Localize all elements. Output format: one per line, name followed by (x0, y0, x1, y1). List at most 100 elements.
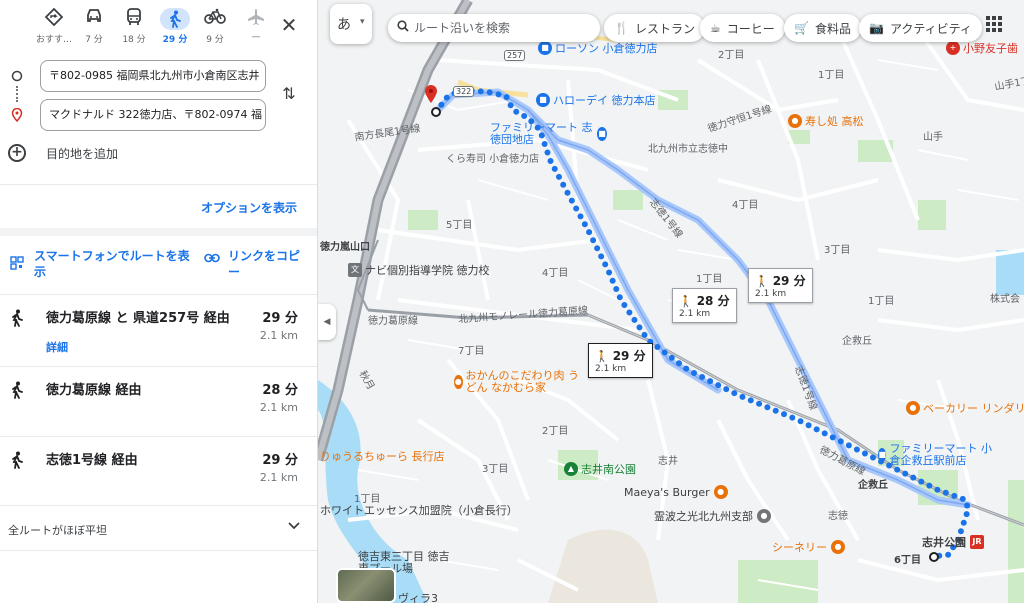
cart-icon: 🛒 (794, 21, 809, 35)
place-icon: ● (757, 509, 771, 523)
poi-name: ハローデイ 徳力本店 (553, 94, 656, 107)
apps-grid-button[interactable] (982, 12, 1006, 36)
route-option-3[interactable]: 志徳1号線 経由 29 分 2.1 km (0, 436, 317, 505)
input-method-toggle[interactable]: あ ▾ (330, 4, 372, 44)
add-destination-button[interactable]: + 目的地を追加 (8, 144, 118, 162)
store-icon: ■ (597, 127, 607, 141)
send-to-phone-label: スマートフォンでルートを表示 (34, 249, 190, 279)
walk-icon (160, 8, 190, 30)
mode-flight-label: — (251, 32, 261, 42)
area-label: 6丁目 (894, 555, 921, 566)
route-time: 29 分 (262, 453, 298, 468)
mode-transit-label: 18 分 (122, 35, 146, 45)
add-circle-icon: + (8, 144, 26, 162)
search-along-route[interactable] (388, 14, 600, 42)
route-option-1[interactable]: 徳力葛原線 と 県道257号 経由 29 分 2.1 km 詳細 (0, 294, 317, 366)
options-link[interactable]: オプションを表示 (201, 199, 297, 216)
poi-name: ナビ個別指導学院 徳力校 (365, 264, 490, 277)
time-box-time: 29 分 (772, 274, 806, 288)
mode-walk[interactable]: 29 分 (155, 8, 195, 45)
mode-transit[interactable]: 18 分 (114, 8, 154, 45)
bicycle-icon (195, 8, 235, 30)
fork-knife-icon: ● (454, 375, 463, 389)
map-canvas[interactable]: あ ▾ 🍴 レストラン ☕ コーヒー 🛒 食料品 📷 アクティビティ ◀ 322… (318, 0, 1024, 603)
mode-flight[interactable]: — (236, 8, 276, 42)
search-along-route-input[interactable] (414, 18, 594, 38)
poi-lawson[interactable]: ■ ローソン 小倉徳力店 (538, 40, 658, 56)
close-directions-button[interactable]: ✕ (276, 12, 302, 38)
poi-name: 寿し処 高松 (805, 115, 864, 128)
poi-navi-school[interactable]: 文ナビ個別指導学院 徳力校 (348, 262, 490, 278)
poi-maeyas-burger[interactable]: Maeya's Burger ● (624, 485, 731, 499)
chip-restaurant[interactable]: 🍴 レストラン (604, 14, 705, 42)
chevron-down-icon (288, 518, 300, 534)
travel-mode-bar: おすす… 7 分 18 分 29 分 9 分 — ✕ (0, 0, 317, 56)
poi-name: おかんのこだわり肉 うどん なかむら家 (465, 369, 580, 394)
chip-activities[interactable]: 📷 アクティビティ (859, 14, 982, 42)
poi-nakamuraya[interactable]: ● おかんのこだわり肉 うどん なかむら家 (454, 370, 584, 394)
chip-groceries[interactable]: 🛒 食料品 (784, 14, 861, 42)
poi-ono-dental[interactable]: + 小野友子歯 (946, 40, 1018, 56)
poi-bakery[interactable]: ● ベーカリー リンダリ (906, 400, 1024, 416)
mode-recommended-label: おすす… (35, 35, 72, 45)
area-label: 山手 (923, 132, 943, 143)
poi-sushi-takamatsu[interactable]: ● 寿し処 高松 (788, 113, 864, 129)
area-label: 7丁目 (458, 346, 485, 357)
close-icon: ✕ (280, 13, 298, 37)
route-details-link[interactable]: 詳細 (46, 339, 68, 355)
poi-name: ファミリーマート 志徳団地店 (490, 121, 593, 146)
poi-familymart-kyokyu[interactable]: ■ ファミリーマート 小倉企救丘駅前店 (878, 443, 998, 467)
origin-field[interactable]: 〒802-0985 福岡県北九州市小倉南区志井 (40, 60, 266, 92)
time-box-selected[interactable]: 🚶 29 分 2.1 km (588, 343, 653, 378)
poi-familymart-shitoku[interactable]: ファミリーマート 志徳団地店 ■ (490, 122, 610, 146)
chip-coffee-label: コーヒー (726, 21, 775, 36)
walk-icon: 🚶 (755, 275, 769, 288)
swap-route-button[interactable]: ⇅ (278, 84, 300, 106)
flat-routes-note[interactable]: 全ルートがほぼ平坦 (0, 505, 317, 551)
poi-scenery[interactable]: シーネリー ● (772, 539, 848, 555)
time-box-alt-1[interactable]: 🚶 28 分 2.1 km (672, 288, 737, 323)
route-shield-322: 322 (453, 86, 475, 97)
time-box-alt-2[interactable]: 🚶 29 分 2.1 km (748, 268, 813, 303)
bus-icon (114, 8, 154, 30)
walk-icon: 🚶 (679, 295, 693, 308)
poi-name: Maeya's Burger (624, 485, 710, 499)
poi-villa3[interactable]: ヴィラ3 (398, 590, 438, 603)
plane-icon (236, 8, 276, 30)
copy-link-button[interactable]: リンクをコピー (204, 248, 304, 280)
area-label: 2丁目 (718, 50, 745, 61)
poi-name: ローソン 小倉徳力店 (555, 42, 658, 55)
area-label: 4丁目 (732, 200, 759, 211)
chevron-left-icon: ◀ (323, 317, 331, 327)
chip-coffee[interactable]: ☕ コーヒー (700, 14, 785, 42)
add-destination-label: 目的地を追加 (46, 146, 119, 161)
walk-icon (10, 451, 24, 472)
area-label: 1丁目 (868, 296, 895, 307)
camera-icon: 📷 (869, 21, 884, 35)
station-label: 企救丘 (858, 480, 888, 491)
poi-shii-minami-park[interactable]: ▲ 志井南公園 (564, 461, 636, 477)
route-distance: 2.1 km (259, 329, 298, 342)
poi-shii-park-station[interactable]: 志井公園 JR (922, 534, 987, 550)
send-to-phone-button[interactable]: スマートフォンでルートを表示 (10, 248, 194, 280)
mode-recommended[interactable]: おすす… (34, 7, 74, 45)
area-label: 企救丘 (842, 336, 872, 347)
route-name: 志徳1号線 経由 (46, 453, 138, 468)
poi-halloday[interactable]: ■ ハローデイ 徳力本店 (536, 92, 656, 108)
origin-circle-icon (11, 70, 23, 85)
poi-ryuurucyuura[interactable]: りゅうるちゅーら 長行店 (320, 448, 445, 464)
satellite-layer-thumbnail[interactable] (336, 568, 396, 603)
poi-white-essence[interactable]: ホワイトエッセンス加盟院（小倉長行） (320, 502, 518, 518)
mode-car[interactable]: 7 分 (74, 8, 114, 45)
mode-bicycle[interactable]: 9 分 (195, 8, 235, 45)
route-name: 徳力葛原線 と 県道257号 経由 (46, 311, 230, 326)
mode-bicycle-label: 9 分 (206, 35, 224, 45)
poi-reiha[interactable]: 霊波之光北九州支部 ● (654, 508, 774, 524)
route-distance: 2.1 km (259, 471, 298, 484)
route-option-2[interactable]: 徳力葛原線 経由 28 分 2.1 km (0, 366, 317, 436)
collapse-panel-button[interactable]: ◀ (318, 304, 336, 340)
cafe-icon: ● (831, 540, 845, 554)
destination-field[interactable]: マクドナルド 322徳力店、〒802-0974 福 (40, 99, 266, 131)
dental-icon: + (946, 41, 960, 55)
walk-icon: 🚶 (595, 350, 609, 363)
